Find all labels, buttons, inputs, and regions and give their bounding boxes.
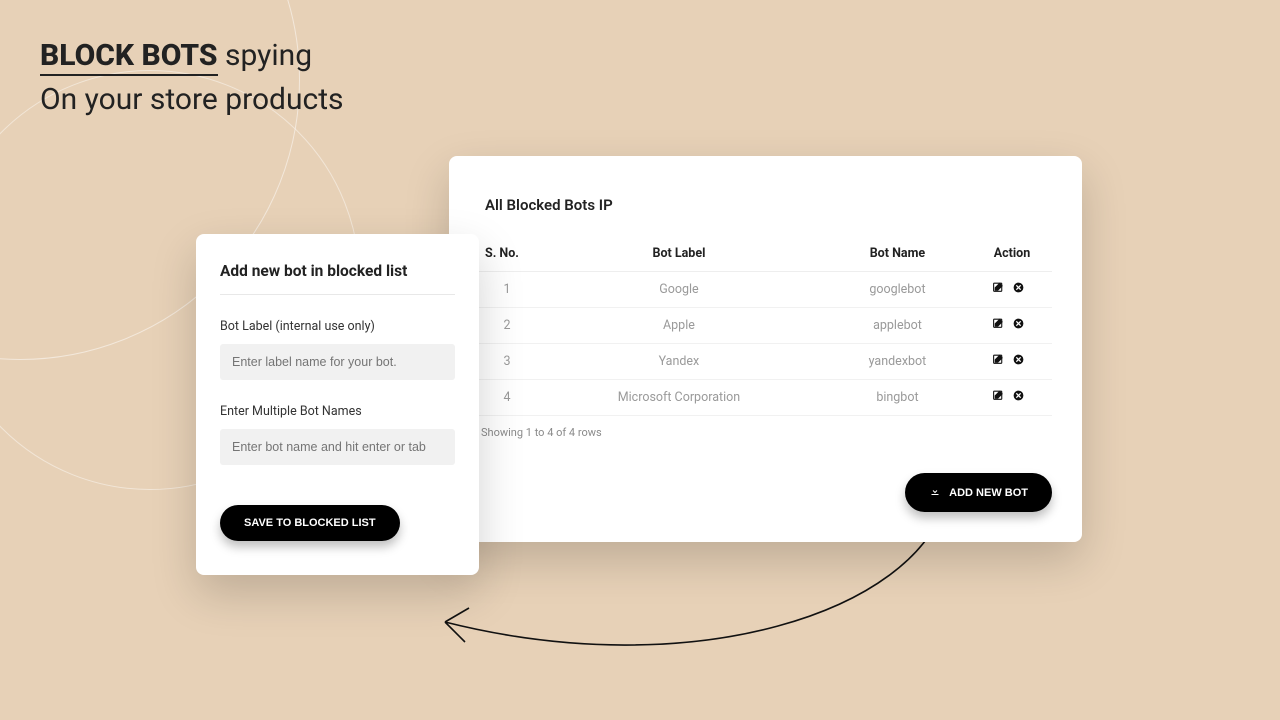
cell-name: bingbot (823, 380, 972, 416)
cell-label: Microsoft Corporation (535, 380, 823, 416)
blocked-bots-card: All Blocked Bots IP S. No. Bot Label Bot… (449, 156, 1082, 542)
delete-icon[interactable] (1012, 317, 1025, 334)
add-button-label: ADD NEW BOT (949, 487, 1028, 499)
paging-text: Showing 1 to 4 of 4 rows (481, 426, 1052, 439)
form-title: Add new bot in blocked list (220, 262, 455, 295)
table-row: 4Microsoft Corporationbingbot (479, 380, 1052, 416)
bot-label-label: Bot Label (internal use only) (220, 319, 455, 334)
cell-label: Apple (535, 308, 823, 344)
page-title: BLOCK BOTS spying On your store products (40, 34, 344, 121)
edit-icon[interactable] (992, 389, 1005, 406)
cell-label: Yandex (535, 344, 823, 380)
cell-sno: 1 (479, 272, 535, 308)
table-row: 3Yandexyandexbot (479, 344, 1052, 380)
cell-sno: 4 (479, 380, 535, 416)
cell-sno: 2 (479, 308, 535, 344)
delete-icon[interactable] (1012, 389, 1025, 406)
headline-rest: spying (218, 38, 313, 73)
cell-action (972, 380, 1052, 416)
bot-names-input[interactable] (220, 429, 455, 465)
edit-icon[interactable] (992, 317, 1005, 334)
cell-action (972, 344, 1052, 380)
download-icon (929, 485, 941, 500)
blocked-bots-table: S. No. Bot Label Bot Name Action 1Google… (479, 238, 1052, 416)
col-action: Action (972, 238, 1052, 272)
add-new-bot-button[interactable]: ADD NEW BOT (905, 473, 1052, 512)
headline-line2: On your store products (40, 78, 344, 122)
cell-action (972, 308, 1052, 344)
cell-sno: 3 (479, 344, 535, 380)
cell-label: Google (535, 272, 823, 308)
headline-bold: BLOCK BOTS (40, 38, 218, 76)
table-row: 2Appleapplebot (479, 308, 1052, 344)
cell-name: googlebot (823, 272, 972, 308)
delete-icon[interactable] (1012, 353, 1025, 370)
delete-icon[interactable] (1012, 281, 1025, 298)
col-sno: S. No. (479, 238, 535, 272)
table-row: 1Googlegooglebot (479, 272, 1052, 308)
add-bot-form-card: Add new bot in blocked list Bot Label (i… (196, 234, 479, 575)
edit-icon[interactable] (992, 281, 1005, 298)
cell-name: yandexbot (823, 344, 972, 380)
save-button[interactable]: SAVE TO BLOCKED LIST (220, 505, 400, 541)
col-label: Bot Label (535, 238, 823, 272)
save-button-label: SAVE TO BLOCKED LIST (244, 517, 376, 529)
cell-action (972, 272, 1052, 308)
edit-icon[interactable] (992, 353, 1005, 370)
table-title: All Blocked Bots IP (485, 196, 1052, 214)
col-name: Bot Name (823, 238, 972, 272)
bot-names-label: Enter Multiple Bot Names (220, 404, 455, 419)
cell-name: applebot (823, 308, 972, 344)
bot-label-input[interactable] (220, 344, 455, 380)
